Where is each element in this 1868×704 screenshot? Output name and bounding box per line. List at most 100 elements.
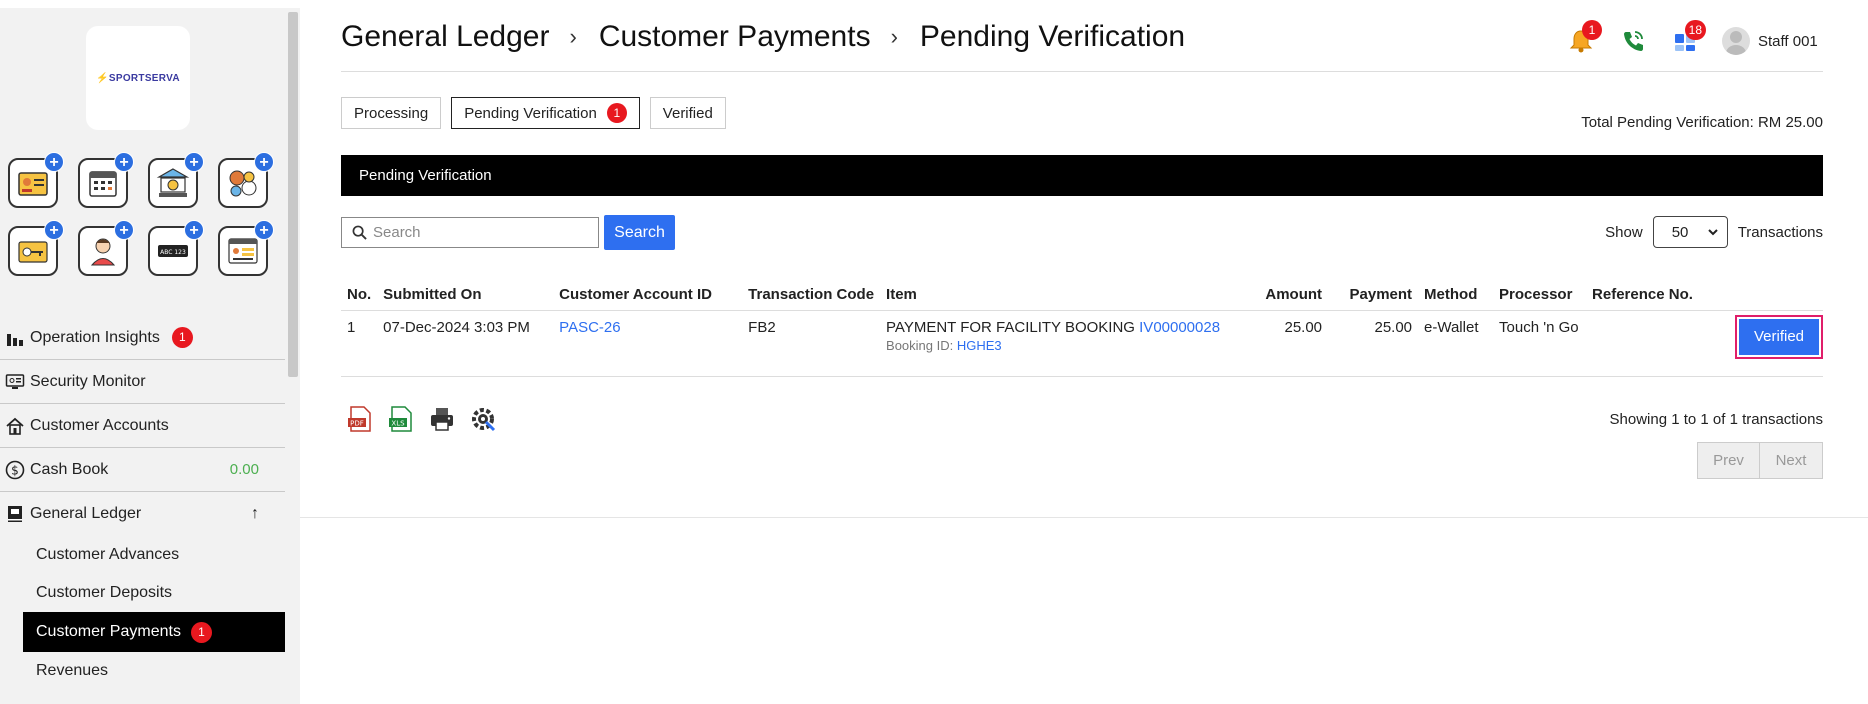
page-size-control: Show 50 Transactions	[1605, 216, 1823, 248]
phone-icon[interactable]	[1618, 26, 1648, 56]
tab-label: Verified	[662, 104, 713, 122]
col-no[interactable]: No.	[341, 280, 378, 311]
user-avatar[interactable]	[1722, 27, 1750, 55]
tasks-badge: 18	[1684, 20, 1706, 40]
bar-chart-icon	[4, 327, 26, 349]
quick-barcode-icon[interactable]: ABC 123 +	[148, 220, 204, 276]
breadcrumb-separator-icon: ›	[569, 24, 577, 49]
tab-verified[interactable]: Verified	[649, 97, 726, 129]
collapse-arrow-icon[interactable]: ↑	[251, 505, 259, 523]
user-name[interactable]: Staff 001	[1758, 33, 1818, 50]
total-pending-verification: Total Pending Verification: RM 25.00	[1581, 114, 1823, 131]
app-root: ⚡SPORTSERVA + + + + + + ABC 123 + + Oper…	[0, 0, 1868, 704]
next-page-button[interactable]: Next	[1760, 442, 1823, 479]
quick-calendar-icon[interactable]: +	[78, 152, 134, 208]
col-action	[1716, 280, 1823, 311]
col-item[interactable]: Item	[880, 280, 1259, 311]
breadcrumb-pending-verification: Pending Verification	[919, 20, 1186, 53]
prev-page-button[interactable]: Prev	[1697, 442, 1760, 479]
sidebar-item-label: Operation Insights	[30, 328, 160, 346]
operation-insights-badge: 1	[171, 327, 193, 348]
sidebar-item-cash-book[interactable]: $ Cash Book 0.00	[0, 448, 285, 492]
cell-customer-account-id: PASC-26	[553, 310, 743, 377]
sidebar-item-customer-accounts[interactable]: Customer Accounts	[0, 404, 285, 448]
sidebar-scrollbar[interactable]	[288, 12, 298, 377]
sidebar-item-general-ledger[interactable]: General Ledger ↑	[0, 492, 285, 536]
sidebar-item-operation-insights[interactable]: Operation Insights 1	[0, 316, 285, 360]
tab-pending-verification[interactable]: Pending Verification 1	[451, 97, 640, 129]
transactions-label: Transactions	[1737, 223, 1823, 241]
quick-actions-grid: + + + + + + ABC 123 + +	[8, 152, 278, 276]
status-tabs: Processing Pending Verification 1 Verifi…	[341, 97, 736, 129]
company-logo[interactable]: ⚡SPORTSERVA	[86, 26, 190, 130]
invoice-link[interactable]: IV00000028	[1139, 319, 1220, 336]
svg-text:ABC 123: ABC 123	[160, 249, 186, 256]
col-processor[interactable]: Processor	[1493, 280, 1587, 311]
quick-key-card-icon[interactable]: +	[8, 220, 64, 276]
tab-label: Processing	[354, 104, 429, 122]
col-transaction-code[interactable]: Transaction Code	[742, 280, 881, 311]
search-icon	[352, 225, 367, 240]
search-input[interactable]	[373, 224, 593, 241]
sidebar-subitem-customer-advances[interactable]: Customer Advances	[23, 536, 285, 574]
settings-icon[interactable]	[468, 404, 498, 434]
tasks-icon[interactable]: 18	[1670, 20, 1706, 56]
tab-label: Pending Verification	[464, 104, 597, 122]
add-plus-icon: +	[44, 152, 64, 172]
sidebar-subitem-revenues[interactable]: Revenues	[23, 652, 285, 690]
chevron-down-icon	[1707, 229, 1718, 236]
main-content: General Ledger › Customer Payments › Pen…	[300, 0, 1868, 518]
quick-bank-icon[interactable]: +	[148, 152, 204, 208]
pagination: Prev Next	[1697, 442, 1823, 479]
general-ledger-submenu: Customer Advances Customer Deposits Cust…	[0, 536, 285, 690]
col-customer-account-id[interactable]: Customer Account ID	[553, 280, 743, 311]
booking-label: Booking ID:	[886, 337, 954, 353]
col-amount[interactable]: Amount	[1258, 280, 1329, 311]
sidebar-item-label: Customer Accounts	[30, 416, 169, 434]
breadcrumb-general-ledger[interactable]: General Ledger	[341, 20, 549, 54]
cell-amount: 25.00	[1258, 310, 1329, 377]
sidebar-subitem-customer-deposits[interactable]: Customer Deposits	[23, 574, 285, 612]
xls-icon[interactable]: XLS	[386, 404, 416, 434]
search-button[interactable]: Search	[604, 215, 675, 250]
svg-text:PDF: PDF	[350, 420, 364, 428]
verified-button[interactable]: Verified	[1735, 314, 1823, 359]
sidebar-item-security-monitor[interactable]: Security Monitor	[0, 360, 285, 404]
col-payment[interactable]: Payment	[1328, 280, 1419, 311]
col-method[interactable]: Method	[1418, 280, 1494, 311]
booking-id-link[interactable]: HGHE3	[957, 338, 1002, 353]
cell-transaction-code: FB2	[742, 310, 881, 377]
print-icon[interactable]	[427, 404, 457, 434]
table-header-row: No. Submitted On Customer Account ID Tra…	[341, 280, 1823, 311]
sidebar-subitem-customer-payments[interactable]: Customer Payments 1	[23, 612, 285, 652]
quick-id-card-icon[interactable]: +	[8, 152, 64, 208]
quick-sports-icon[interactable]: +	[218, 152, 274, 208]
breadcrumb-customer-payments[interactable]: Customer Payments	[599, 20, 871, 54]
col-reference-no[interactable]: Reference No.	[1586, 280, 1717, 311]
tab-processing[interactable]: Processing	[341, 97, 442, 129]
breadcrumb: General Ledger › Customer Payments › Pen…	[341, 20, 1185, 54]
sidebar: ⚡SPORTSERVA + + + + + + ABC 123 + + Oper…	[0, 8, 300, 704]
showing-summary: Showing 1 to 1 of 1 transactions	[1609, 411, 1823, 428]
quick-login-icon[interactable]: +	[218, 220, 274, 276]
svg-text:$: $	[11, 463, 19, 477]
pdf-icon[interactable]: PDF	[345, 404, 375, 434]
customer-account-link[interactable]: PASC-26	[559, 319, 620, 336]
sidebar-item-label: General Ledger	[30, 505, 142, 522]
cell-method: e-Wallet	[1418, 310, 1494, 377]
add-plus-icon: +	[254, 220, 274, 240]
item-text: PAYMENT FOR FACILITY BOOKING	[886, 318, 1135, 336]
cell-action: Verified	[1716, 310, 1823, 377]
logo-text: ⚡SPORTSERVA	[96, 72, 180, 84]
customer-payments-badge: 1	[190, 621, 212, 643]
add-plus-icon: +	[254, 152, 274, 172]
page-size-select[interactable]: 50	[1652, 216, 1728, 248]
add-plus-icon: +	[114, 220, 134, 240]
search-field[interactable]	[341, 217, 599, 248]
col-submitted-on[interactable]: Submitted On	[377, 280, 554, 311]
home-icon	[4, 415, 26, 437]
sidebar-item-label: Security Monitor	[30, 372, 146, 390]
bell-icon[interactable]: 1	[1566, 20, 1602, 56]
quick-person-icon[interactable]: +	[78, 220, 134, 276]
sidebar-item-label: Cash Book	[30, 460, 109, 478]
